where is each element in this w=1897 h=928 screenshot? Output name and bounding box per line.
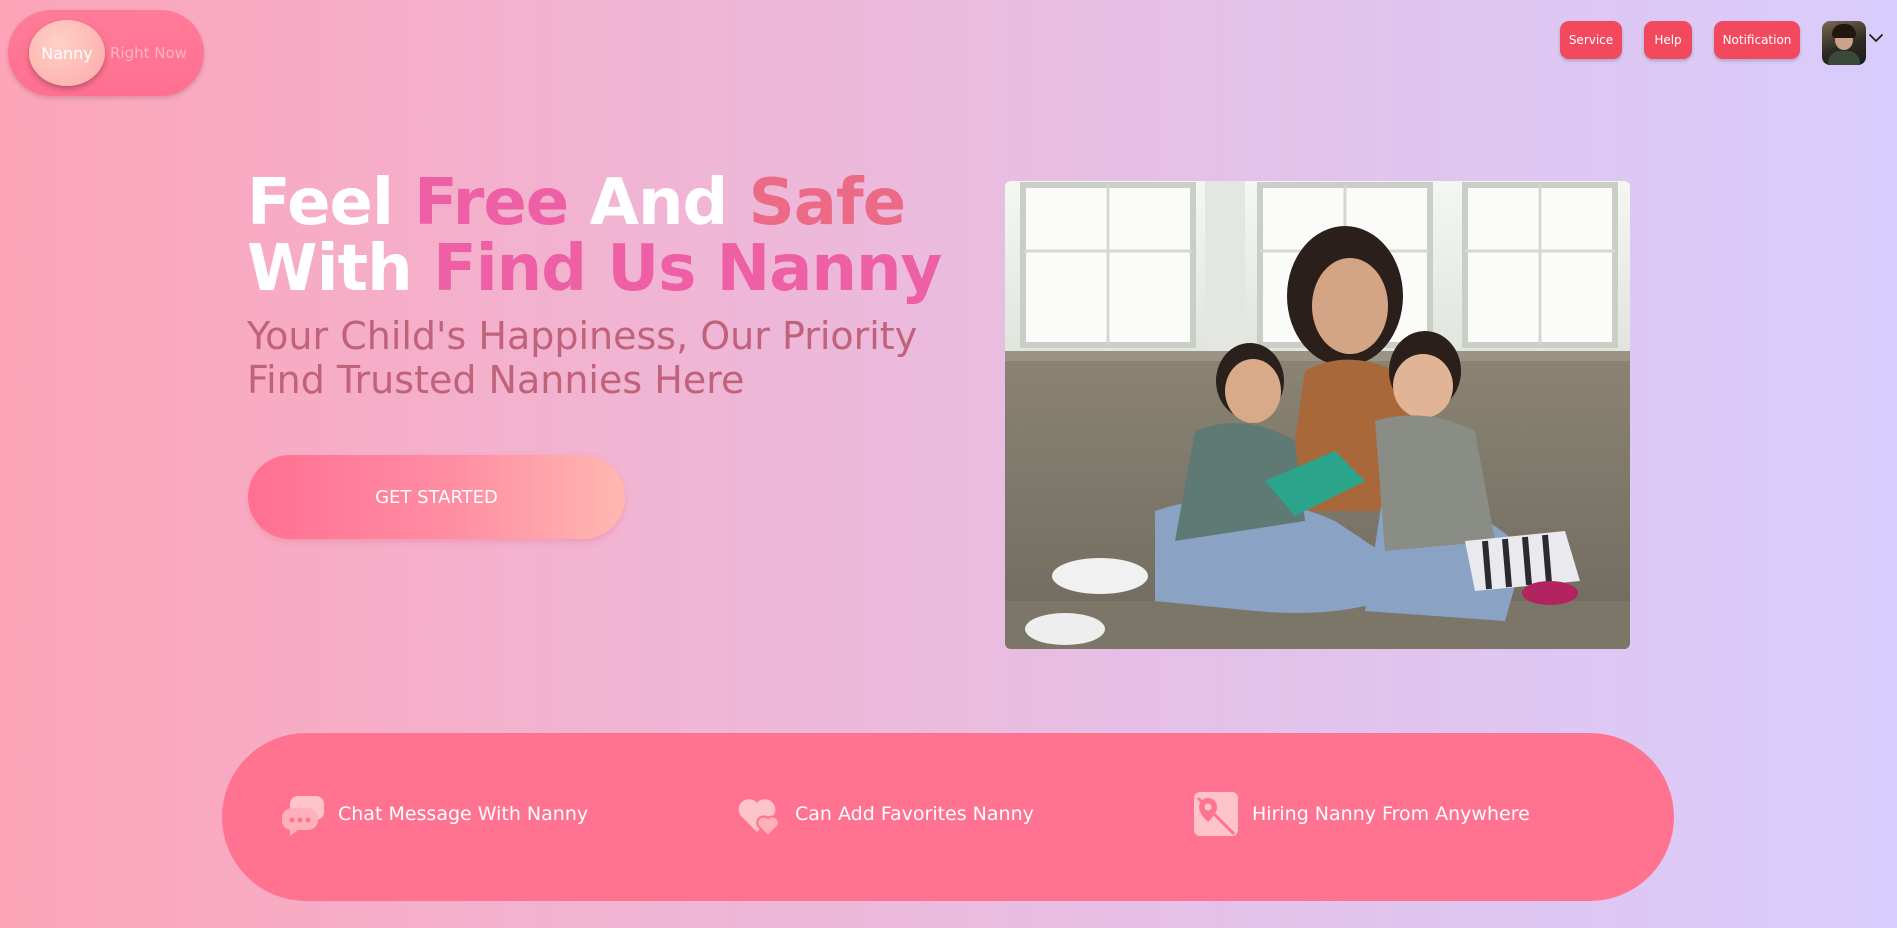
title-brand: Find Us Nanny bbox=[432, 232, 942, 306]
user-avatar[interactable] bbox=[1822, 21, 1866, 65]
chevron-down-icon[interactable] bbox=[1868, 32, 1884, 44]
hero-photo bbox=[1005, 181, 1630, 649]
logo-circle: Nanny bbox=[29, 20, 105, 86]
subtitle-line-2: Find Trusted Nannies Here bbox=[247, 358, 745, 402]
feature-label: Hiring Nanny From Anywhere bbox=[1252, 803, 1530, 825]
subtitle-line-1: Your Child's Happiness, Our Priority bbox=[247, 314, 918, 358]
title-word-with: With bbox=[247, 232, 413, 306]
title-word-free: Free bbox=[414, 166, 569, 240]
service-button[interactable]: Service bbox=[1560, 21, 1622, 59]
title-word-and: And bbox=[589, 166, 728, 240]
logo-pill[interactable]: Nanny Right Now bbox=[8, 10, 204, 96]
map-pin-icon bbox=[1194, 792, 1238, 836]
feature-chat: Chat Message With Nanny bbox=[278, 789, 588, 839]
logo-word-nanny: Nanny bbox=[41, 43, 93, 63]
hearts-icon bbox=[738, 799, 780, 838]
feature-label: Chat Message With Nanny bbox=[338, 803, 589, 825]
notification-button[interactable]: Notification bbox=[1714, 21, 1800, 59]
feature-label: Can Add Favorites Nanny bbox=[795, 803, 1034, 825]
chat-bubbles-icon bbox=[281, 796, 324, 836]
feature-favorites: Can Add Favorites Nanny bbox=[735, 789, 1034, 839]
logo-word-right-now: Right Now bbox=[110, 44, 187, 62]
features-band: Chat Message With Nanny Can Add Favorite… bbox=[222, 733, 1674, 901]
title-word-safe: Safe bbox=[748, 166, 907, 240]
hero-title: Feel Free And Safe With Find Us Nanny bbox=[247, 170, 942, 302]
feature-hiring: Hiring Nanny From Anywhere bbox=[1192, 789, 1530, 839]
help-button[interactable]: Help bbox=[1644, 21, 1692, 59]
title-word-feel: Feel bbox=[247, 166, 394, 240]
get-started-button[interactable]: GET STARTED bbox=[248, 455, 625, 539]
hero-subtitle: Your Child's Happiness, Our Priority Fin… bbox=[247, 314, 917, 402]
